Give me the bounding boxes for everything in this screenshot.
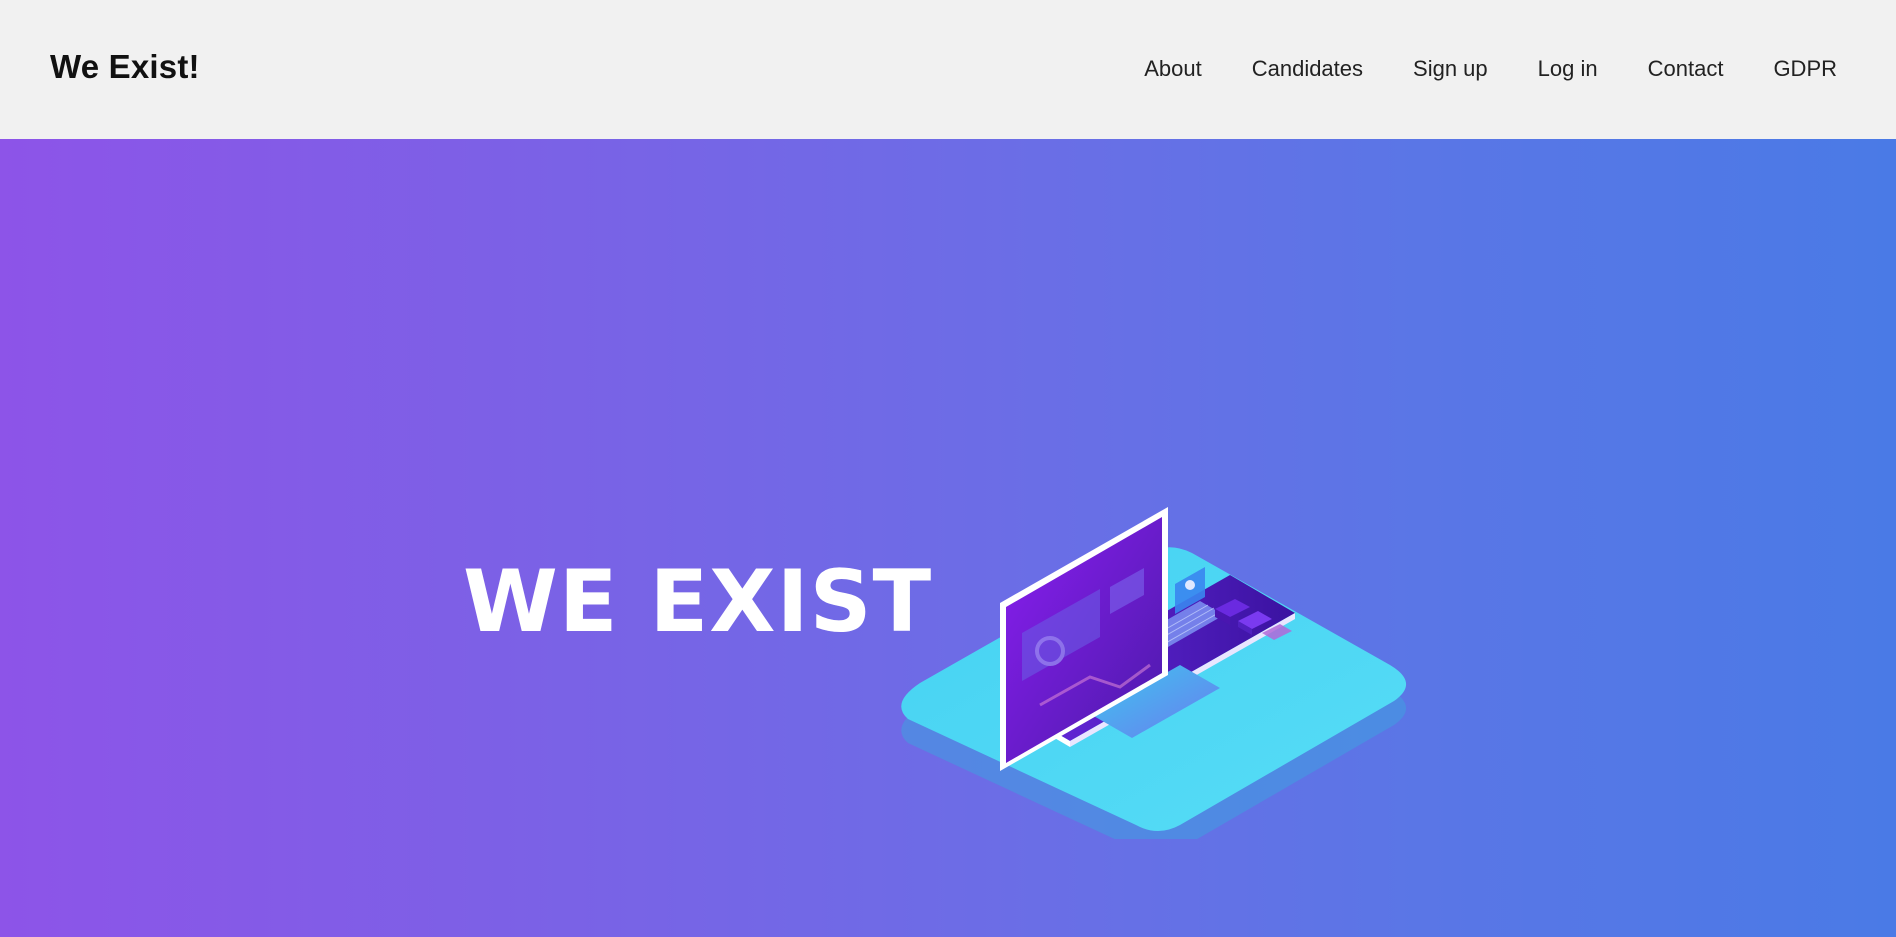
nav-link-sign-up[interactable]: Sign up (1413, 56, 1488, 82)
nav-link-candidates[interactable]: Candidates (1252, 56, 1363, 82)
nav-link-about[interactable]: About (1144, 56, 1202, 82)
main-nav: About Candidates Sign up Log in Contact … (1094, 56, 1837, 82)
top-navbar: We Exist! About Candidates Sign up Log i… (0, 0, 1896, 139)
hero-section: WE EXIST (0, 139, 1896, 937)
nav-link-gdpr[interactable]: GDPR (1773, 56, 1837, 82)
nav-link-log-in[interactable]: Log in (1538, 56, 1598, 82)
isometric-laptop-illustration (901, 507, 1407, 839)
hero-title: WE EXIST (463, 552, 933, 652)
brand-logo-link[interactable]: We Exist! (50, 48, 200, 86)
nav-link-contact[interactable]: Contact (1648, 56, 1724, 82)
